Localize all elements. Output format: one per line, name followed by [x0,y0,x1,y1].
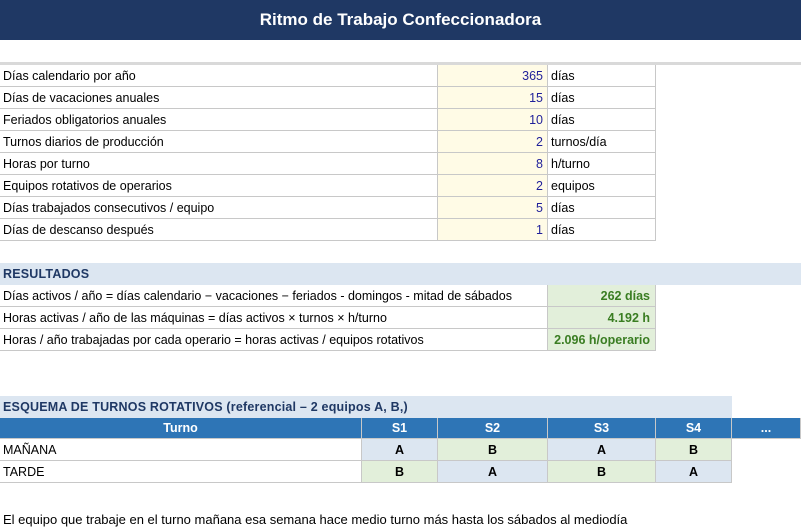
input-label: Equipos rotativos de operarios [0,175,438,197]
input-unit: equipos [548,175,656,197]
input-label: Horas por turno [0,153,438,175]
result-label: Horas activas / año de las máquinas = dí… [0,307,548,329]
input-label: Feriados obligatorios anuales [0,109,438,131]
input-value[interactable]: 5 [438,197,548,219]
sheet-title: Ritmo de Trabajo Confeccionadora [0,0,801,40]
input-unit: h/turno [548,153,656,175]
column-header-more[interactable]: ... [732,418,801,439]
team-cell[interactable]: B [438,439,548,461]
team-cell[interactable]: A [656,461,732,483]
input-unit: turnos/día [548,131,656,153]
column-header-week[interactable]: S3 [548,418,656,439]
input-unit: días [548,65,656,87]
input-label: Días de vacaciones anuales [0,87,438,109]
team-cell[interactable]: A [548,439,656,461]
shift-label: MAÑANA [0,439,362,461]
input-label: Turnos diarios de producción [0,131,438,153]
team-cell[interactable]: A [438,461,548,483]
input-label: Días calendario por año [0,65,438,87]
input-label: Días trabajados consecutivos / equipo [0,197,438,219]
input-value[interactable]: 10 [438,109,548,131]
column-header-week[interactable]: S2 [438,418,548,439]
schedule-header: ESQUEMA DE TURNOS ROTATIVOS (referencial… [0,396,732,418]
input-unit: días [548,87,656,109]
input-value[interactable]: 1 [438,219,548,241]
column-header-week[interactable]: S1 [362,418,438,439]
team-cell[interactable]: A [362,439,438,461]
input-value[interactable]: 8 [438,153,548,175]
results-header: RESULTADOS [0,263,801,285]
shift-label: TARDE [0,461,362,483]
column-header-week[interactable]: S4 [656,418,732,439]
result-label: Horas / año trabajadas por cada operario… [0,329,548,351]
input-unit: días [548,219,656,241]
result-label: Días activos / año = días calendario − v… [0,285,548,307]
result-value[interactable]: 4.192 h [548,307,656,329]
footnote: El equipo que trabaje en el turno mañana… [3,512,628,527]
column-header-turno[interactable]: Turno [0,418,362,439]
team-cell[interactable]: B [656,439,732,461]
input-unit: días [548,197,656,219]
result-value[interactable]: 262 días [548,285,656,307]
input-unit: días [548,109,656,131]
input-label: Días de descanso después [0,219,438,241]
team-cell[interactable]: B [548,461,656,483]
input-value[interactable]: 2 [438,131,548,153]
team-cell[interactable]: B [362,461,438,483]
input-value[interactable]: 2 [438,175,548,197]
result-value[interactable]: 2.096 h/operario [548,329,656,351]
input-value[interactable]: 15 [438,87,548,109]
input-value[interactable]: 365 [438,65,548,87]
